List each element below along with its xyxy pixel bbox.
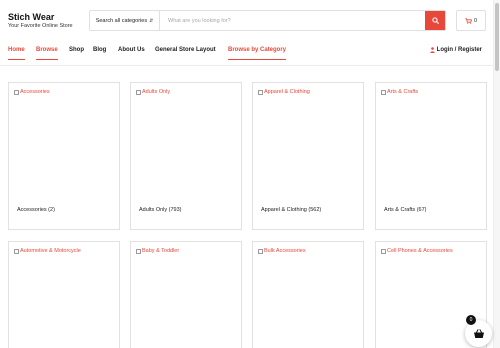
category-card-bulk-accessories[interactable]: Bulk Accessories bbox=[252, 241, 364, 348]
nav-item-browse[interactable]: Browse bbox=[36, 47, 58, 60]
login-register-link[interactable]: Login / Register bbox=[429, 47, 482, 53]
category-image-alt: Apparel & Clothing bbox=[264, 89, 310, 95]
category-image-link[interactable]: Adults Only bbox=[136, 89, 170, 95]
category-image-alt: Bulk Accessories bbox=[264, 248, 306, 254]
category-card-apparel-clothing[interactable]: Apparel & Clothing Apparel & Clothing (5… bbox=[252, 82, 364, 230]
search-input[interactable] bbox=[160, 11, 425, 30]
category-image-alt: Adults Only bbox=[142, 89, 171, 95]
category-label[interactable]: Adults Only (793) bbox=[139, 207, 182, 213]
page-scrollbar[interactable] bbox=[493, 0, 500, 348]
scrollbar-thumb[interactable] bbox=[495, 3, 499, 71]
category-card-arts-crafts[interactable]: Arts & Crafts Arts & Crafts (67) bbox=[375, 82, 487, 230]
broken-image-icon bbox=[136, 248, 141, 254]
broken-image-icon bbox=[136, 89, 141, 95]
site-title[interactable]: Stich Wear bbox=[8, 12, 54, 22]
category-image-alt: Baby & Toddler bbox=[142, 248, 180, 254]
cart-icon bbox=[465, 17, 472, 24]
site-header: Stich Wear Your Favorite Online Store Se… bbox=[0, 0, 493, 40]
main-navigation: Home Browse Shop Blog About Us General S… bbox=[0, 40, 493, 66]
category-image-alt: Cell Phones & Accessories bbox=[387, 248, 453, 254]
search-button[interactable] bbox=[425, 11, 445, 30]
search-category-label: Search all categories bbox=[95, 17, 148, 24]
category-image-link[interactable]: Baby & Toddler bbox=[136, 248, 179, 254]
category-card-baby-toddler[interactable]: Baby & Toddler bbox=[130, 241, 242, 348]
category-image-link[interactable]: Bulk Accessories bbox=[258, 248, 306, 254]
category-image-link[interactable]: Apparel & Clothing bbox=[258, 89, 310, 95]
nav-item-browse-by-category[interactable]: Browse by Category bbox=[228, 47, 287, 60]
category-image-link[interactable]: Arts & Crafts bbox=[381, 89, 418, 95]
broken-image-icon bbox=[14, 248, 19, 254]
category-label[interactable]: Arts & Crafts (67) bbox=[384, 207, 426, 213]
category-image-alt: Automotive & Motorcycle bbox=[20, 248, 81, 254]
nav-item-shop[interactable]: Shop bbox=[69, 47, 84, 53]
broken-image-icon bbox=[258, 248, 263, 254]
category-card-automotive-motorcycle[interactable]: Automotive & Motorcycle bbox=[8, 241, 120, 348]
category-card-adults-only[interactable]: Adults Only Adults Only (793) bbox=[130, 82, 242, 230]
nav-item-general-store-layout[interactable]: General Store Layout bbox=[155, 47, 216, 53]
category-image-alt: Accessories bbox=[20, 89, 50, 95]
site-tagline: Your Favorite Online Store bbox=[8, 23, 73, 29]
broken-image-icon bbox=[381, 89, 386, 95]
category-label[interactable]: Accessories (2) bbox=[17, 207, 55, 213]
cart-button[interactable]: 0 bbox=[456, 10, 486, 31]
category-image-link[interactable]: Automotive & Motorcycle bbox=[14, 248, 81, 254]
search-icon bbox=[431, 17, 439, 24]
login-register-label: Login / Register bbox=[436, 47, 482, 53]
category-image-link[interactable]: Accessories bbox=[14, 89, 50, 95]
category-label[interactable]: Apparel & Clothing (562) bbox=[261, 207, 321, 213]
search-bar: Search all categories ⇵ bbox=[89, 10, 446, 31]
nav-item-blog[interactable]: Blog bbox=[93, 47, 106, 53]
category-image-link[interactable]: Cell Phones & Accessories bbox=[381, 248, 453, 254]
broken-image-icon bbox=[381, 248, 386, 254]
nav-item-home[interactable]: Home bbox=[8, 47, 25, 60]
basket-icon bbox=[473, 328, 484, 338]
category-image-alt: Arts & Crafts bbox=[387, 89, 419, 95]
category-card-accessories[interactable]: Accessories Accessories (2) bbox=[8, 82, 120, 230]
floating-cart-count: 0 bbox=[466, 315, 476, 325]
cart-count: 0 bbox=[473, 17, 478, 24]
user-icon bbox=[429, 47, 435, 53]
select-arrows-icon: ⇵ bbox=[149, 17, 154, 24]
broken-image-icon bbox=[258, 89, 263, 95]
nav-item-about-us[interactable]: About Us bbox=[118, 47, 145, 53]
broken-image-icon bbox=[14, 89, 19, 95]
search-category-select[interactable]: Search all categories ⇵ bbox=[90, 11, 160, 30]
